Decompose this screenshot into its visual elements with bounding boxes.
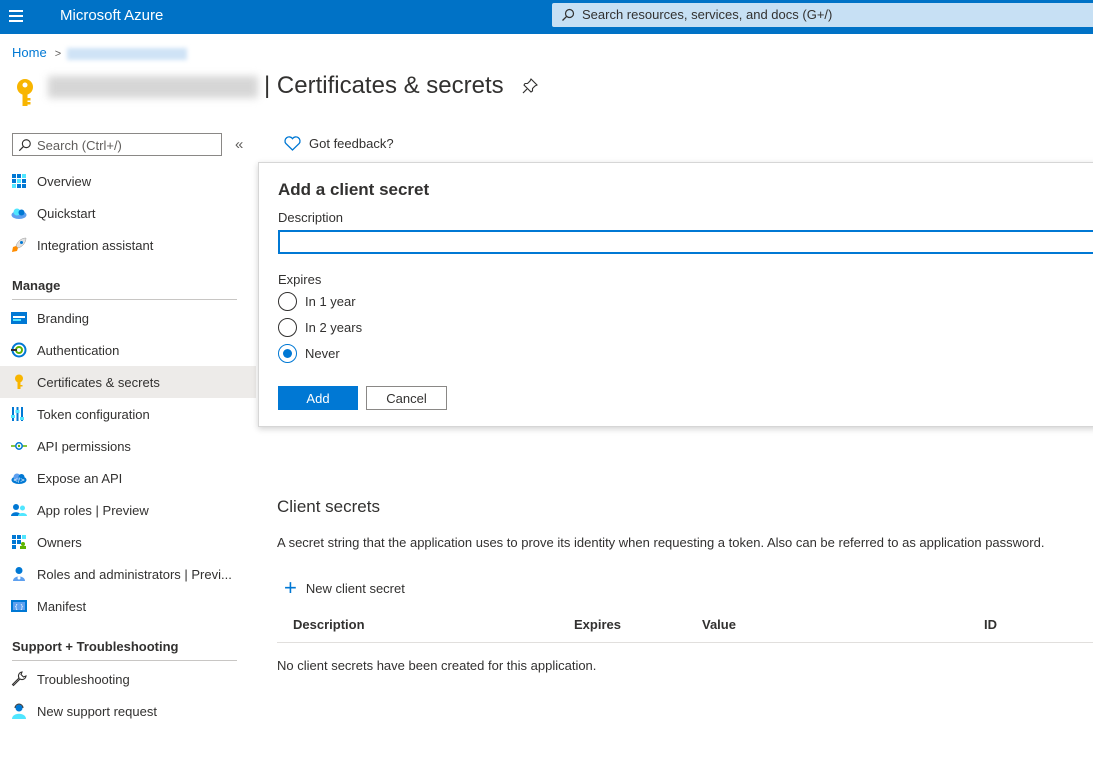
radio-label: In 1 year xyxy=(305,294,356,309)
new-client-secret-label: New client secret xyxy=(305,580,405,596)
sidebar-item-api-permissions[interactable]: API permissions xyxy=(0,430,256,462)
nav-search-input[interactable]: Search (Ctrl+/) xyxy=(12,133,222,156)
sidebar-item-label: Manifest xyxy=(37,598,87,614)
cancel-button[interactable]: Cancel xyxy=(366,386,447,410)
sidebar-item-expose-api[interactable]: </> Expose an API xyxy=(0,462,256,494)
empty-table-message: No client secrets have been created for … xyxy=(277,658,597,673)
radio-button-selected[interactable] xyxy=(278,344,297,363)
global-search-input[interactable]: Search resources, services, and docs (G+… xyxy=(552,3,1093,27)
rocket-icon xyxy=(11,237,27,253)
sidebar-item-app-roles[interactable]: App roles | Preview xyxy=(0,494,256,526)
sidebar-item-label: Quickstart xyxy=(37,205,96,221)
nav-section-manage: Manage xyxy=(12,278,61,293)
owners-icon xyxy=(11,534,27,550)
sidebar-item-label: Integration assistant xyxy=(37,237,154,253)
sidebar-item-label: Owners xyxy=(37,534,82,550)
key-title-icon xyxy=(17,79,33,106)
sidebar-item-label: Token configuration xyxy=(37,406,150,422)
svg-text:</>: </> xyxy=(13,477,25,484)
expires-option-1-year[interactable]: In 1 year xyxy=(278,292,356,311)
search-icon xyxy=(562,8,575,21)
overview-icon xyxy=(11,173,27,189)
add-button[interactable]: Add xyxy=(278,386,358,410)
feedback-button[interactable]: Got feedback? xyxy=(284,136,394,151)
top-bar: Microsoft Azure Search resources, servic… xyxy=(0,0,1093,34)
sidebar-item-label: API permissions xyxy=(37,438,131,454)
expose-api-icon: </> xyxy=(11,470,27,486)
token-icon xyxy=(11,406,27,422)
sidebar-item-integration-assistant[interactable]: Integration assistant xyxy=(0,229,256,261)
support-person-icon xyxy=(11,703,27,719)
quickstart-icon xyxy=(11,205,27,221)
api-permissions-icon xyxy=(11,438,27,454)
radio-button[interactable] xyxy=(278,318,297,337)
global-search-placeholder: Search resources, services, and docs (G+… xyxy=(582,7,833,22)
nav-divider xyxy=(12,660,237,661)
client-secrets-heading: Client secrets xyxy=(277,497,380,516)
column-header-id: ID xyxy=(984,617,997,632)
radio-label: Never xyxy=(305,346,340,361)
sidebar-item-new-support-request[interactable]: New support request xyxy=(0,695,256,727)
radio-label: In 2 years xyxy=(305,320,363,335)
app-roles-icon xyxy=(11,502,27,518)
new-client-secret-button[interactable]: + New client secret xyxy=(284,575,405,600)
chevron-right-icon: > xyxy=(54,48,62,60)
column-header-expires: Expires xyxy=(574,617,621,632)
nav-search-placeholder: Search (Ctrl+/) xyxy=(37,138,122,153)
collapse-nav-icon[interactable]: « xyxy=(235,136,243,153)
sidebar-item-label: Certificates & secrets xyxy=(37,374,160,390)
radio-button[interactable] xyxy=(278,292,297,311)
authentication-icon xyxy=(11,342,27,358)
breadcrumb-app-redacted[interactable] xyxy=(67,47,188,60)
sidebar-item-label: Expose an API xyxy=(37,470,123,486)
sidebar-item-certificates-secrets[interactable]: Certificates & secrets xyxy=(0,366,256,398)
heart-icon xyxy=(284,136,301,151)
brand-title[interactable]: Microsoft Azure xyxy=(60,7,163,24)
sidebar-item-label: App roles | Preview xyxy=(37,502,149,518)
description-input[interactable] xyxy=(278,230,1093,254)
sidebar-item-owners[interactable]: Owners xyxy=(0,526,256,558)
sidebar-item-label: Roles and administrators | Previ... xyxy=(37,566,232,582)
sidebar-item-label: Authentication xyxy=(37,342,120,358)
sidebar-item-label: Overview xyxy=(37,173,92,189)
pin-icon[interactable] xyxy=(522,78,538,94)
expires-option-2-years[interactable]: In 2 years xyxy=(278,318,362,337)
add-client-secret-panel: Add a client secret Description Expires … xyxy=(258,162,1093,427)
hamburger-menu-icon[interactable] xyxy=(9,10,23,22)
panel-title: Add a client secret xyxy=(278,180,430,199)
sidebar-item-label: New support request xyxy=(37,703,157,719)
sidebar-item-authentication[interactable]: Authentication xyxy=(0,334,256,366)
sidebar-item-manifest[interactable]: { } Manifest xyxy=(0,590,256,622)
sidebar-item-overview[interactable]: Overview xyxy=(0,165,256,197)
sidebar-item-quickstart[interactable]: Quickstart xyxy=(0,197,256,229)
description-label: Description xyxy=(278,210,344,225)
search-icon xyxy=(18,139,31,152)
sidebar-item-label: Branding xyxy=(37,310,90,326)
sidebar-item-label: Troubleshooting xyxy=(37,671,130,687)
sidebar-item-token-configuration[interactable]: Token configuration xyxy=(0,398,256,430)
plus-icon: + xyxy=(284,575,297,600)
roles-admin-icon xyxy=(11,566,27,582)
sidebar-item-troubleshooting[interactable]: Troubleshooting xyxy=(0,663,256,695)
page-title: | Certificates & secrets xyxy=(264,72,504,99)
column-header-value: Value xyxy=(702,617,736,632)
key-icon xyxy=(11,374,27,390)
wrench-icon xyxy=(11,671,27,687)
breadcrumb: Home > xyxy=(12,45,188,60)
branding-icon xyxy=(11,310,27,326)
feedback-label: Got feedback? xyxy=(309,136,394,151)
client-secrets-description: A secret string that the application use… xyxy=(277,535,1045,550)
sidebar-item-roles-administrators[interactable]: Roles and administrators | Previ... xyxy=(0,558,256,590)
nav-divider xyxy=(12,299,237,300)
nav-section-support: Support + Troubleshooting xyxy=(12,639,179,654)
breadcrumb-home[interactable]: Home xyxy=(12,45,47,60)
expires-label: Expires xyxy=(278,272,322,287)
expires-option-never[interactable]: Never xyxy=(278,344,340,363)
manifest-icon: { } xyxy=(11,598,27,614)
app-name-redacted xyxy=(48,76,258,98)
sidebar-item-branding[interactable]: Branding xyxy=(0,302,256,334)
table-divider xyxy=(277,642,1093,643)
column-header-description: Description xyxy=(293,617,365,632)
svg-text:{ }: { } xyxy=(14,604,24,611)
